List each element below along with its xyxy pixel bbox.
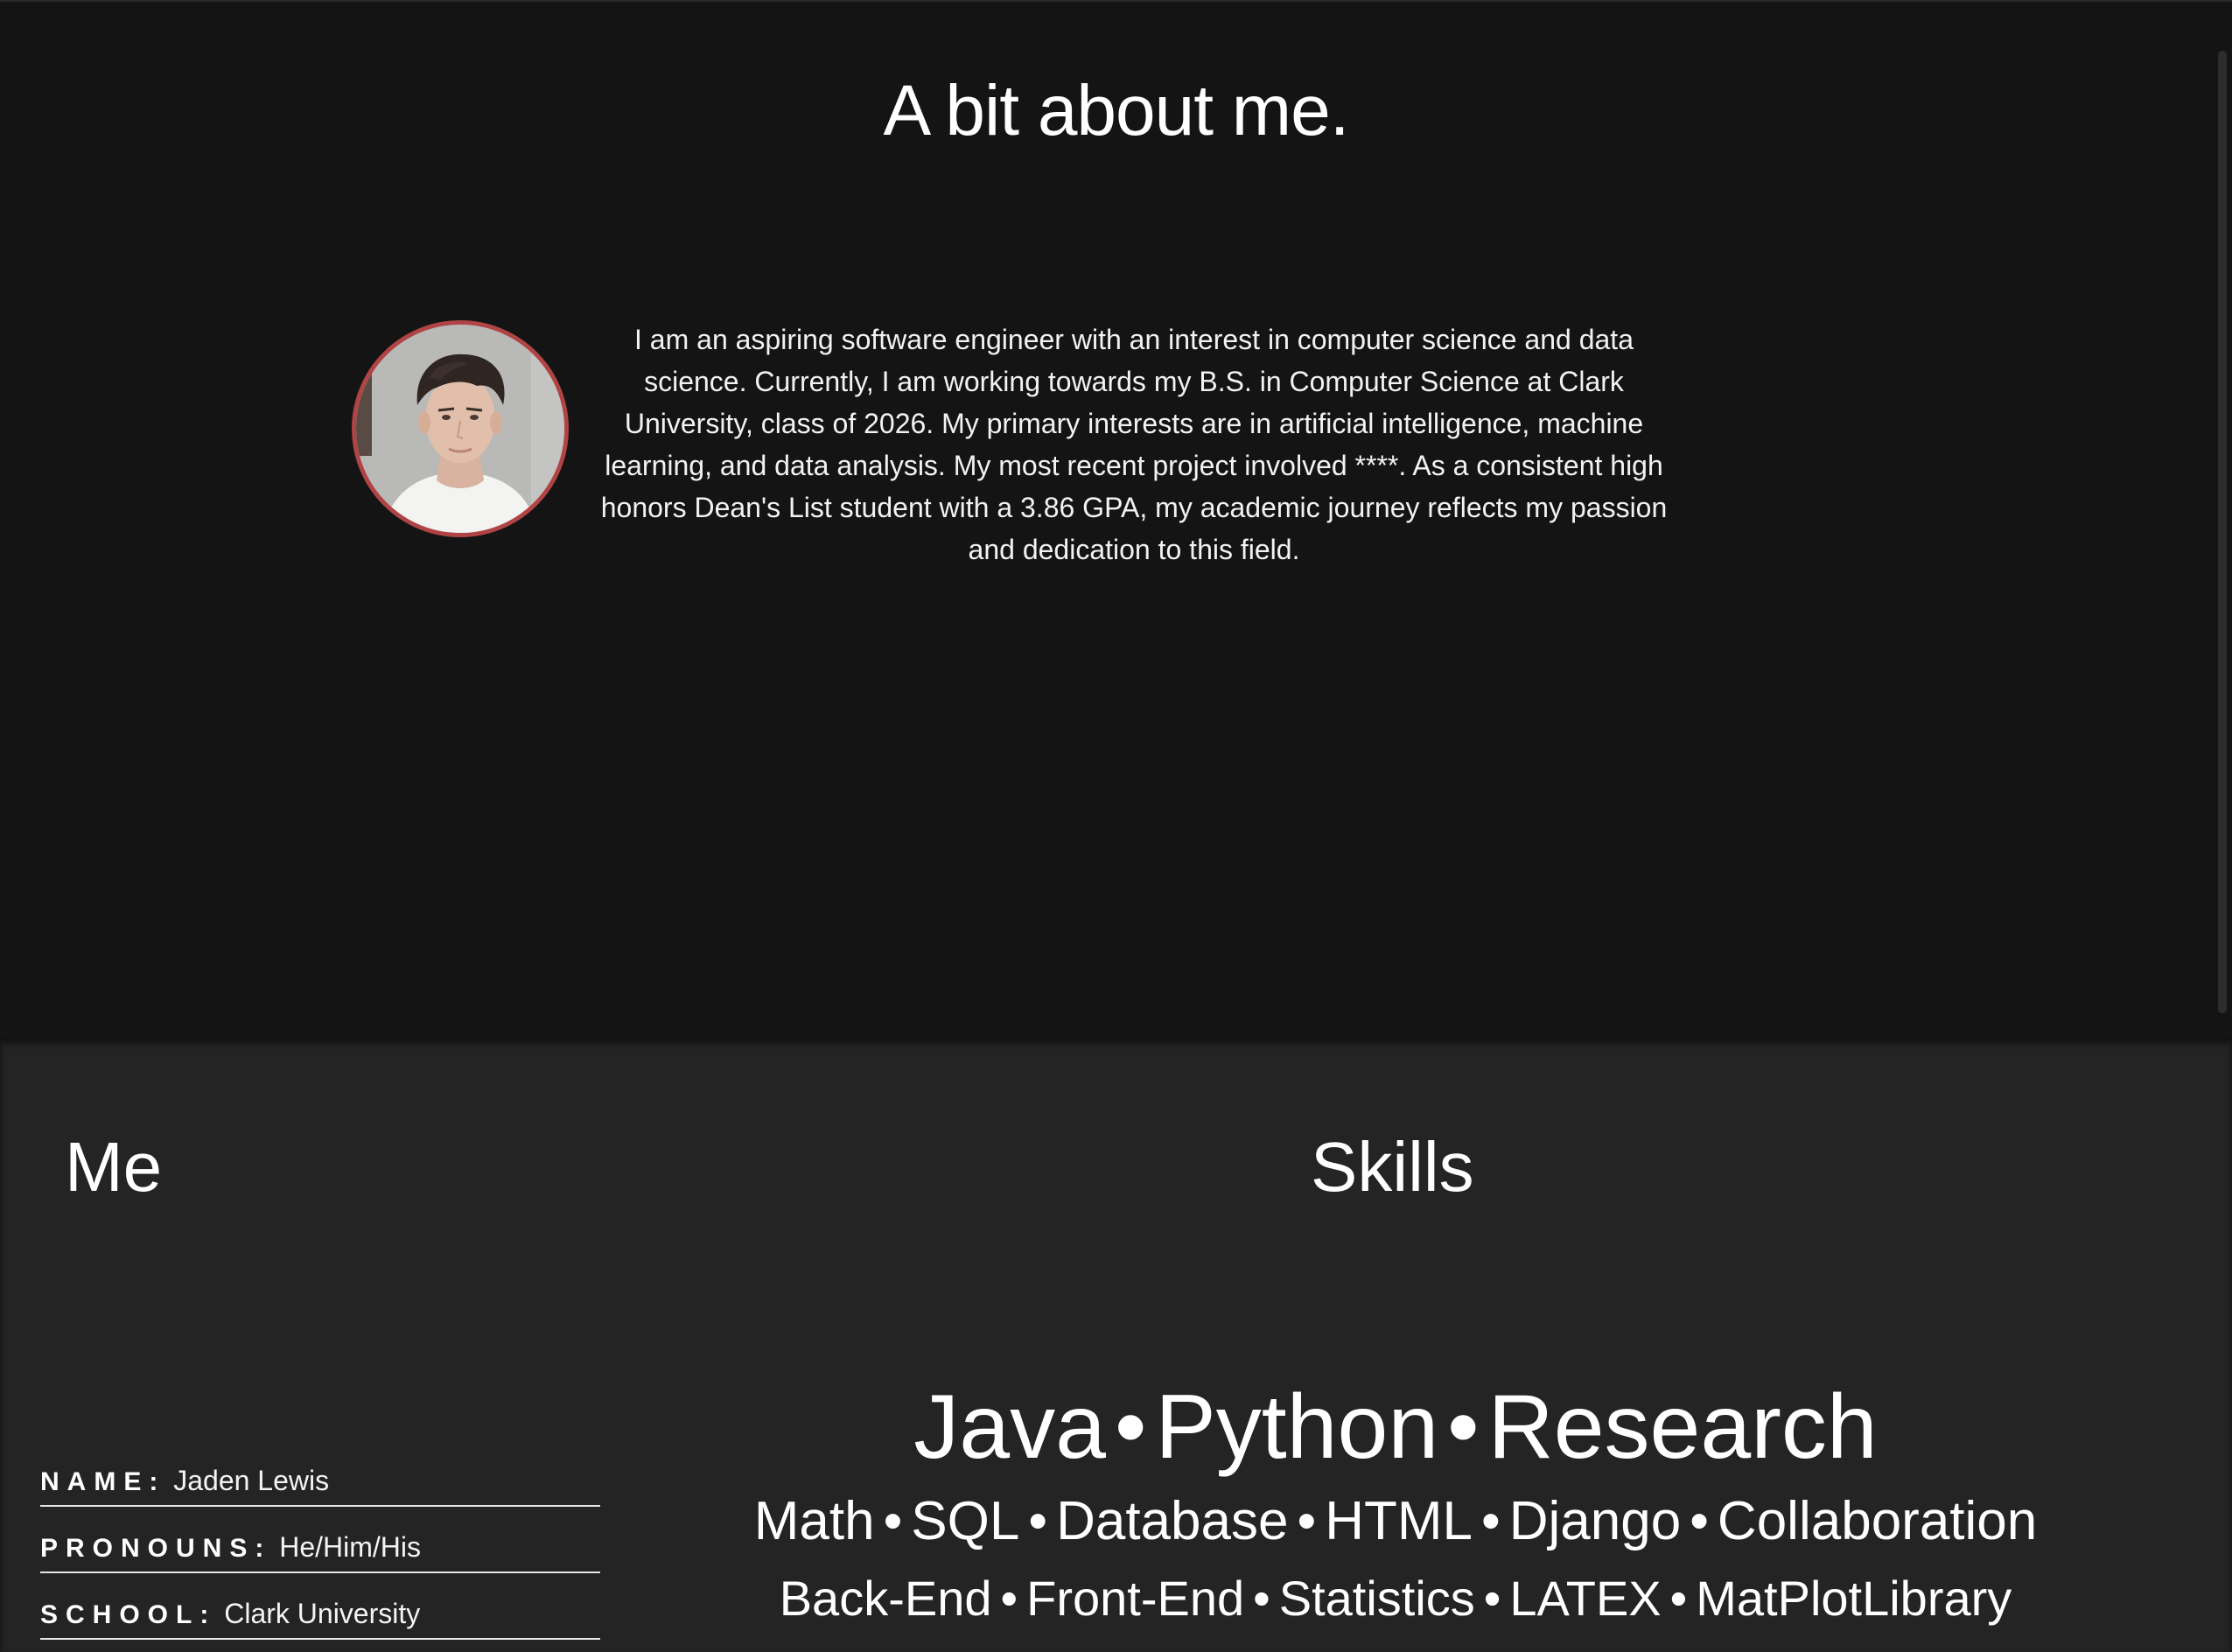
- school-value: Clark University: [224, 1598, 421, 1629]
- skill-item: SQL: [911, 1491, 1020, 1551]
- skill-separator: •: [1669, 1571, 1688, 1626]
- page: A bit about me. I am an aspiring softwar…: [0, 0, 2232, 1652]
- info-row-pronouns: PRONOUNS: He/Him/His: [40, 1507, 600, 1573]
- skill-item: Django: [1508, 1491, 1682, 1551]
- skills-heading: Skills: [1311, 1128, 1474, 1206]
- skills-line-secondary: Math • SQL • Database • HTML • Django • Collaborat…: [639, 1484, 2152, 1559]
- skill-separator: •: [1481, 1491, 1501, 1551]
- skill-item: Java: [913, 1376, 1106, 1478]
- skill-separator: •: [1483, 1571, 1501, 1626]
- skill-separator: •: [1000, 1571, 1018, 1626]
- skill-item: LATEX: [1509, 1571, 1662, 1626]
- skill-item: Python: [1155, 1376, 1439, 1478]
- info-row-name: NAME: Jaden Lewis: [40, 1440, 600, 1507]
- skill-separator: •: [1253, 1571, 1270, 1626]
- school-label: SCHOOL:: [40, 1600, 217, 1629]
- skill-item: Research: [1487, 1376, 1878, 1478]
- skill-item: Database: [1056, 1491, 1289, 1551]
- scrollbar[interactable]: [2218, 51, 2227, 1013]
- skill-separator: •: [883, 1491, 903, 1551]
- skill-separator: •: [1028, 1491, 1048, 1551]
- skill-item: MatPlotLibrary: [1696, 1571, 2012, 1626]
- about-section: A bit about me. I am an aspiring softwar…: [0, 0, 2232, 1038]
- skill-item: Front-End: [1026, 1571, 1245, 1626]
- details-section: Me Skills NAME: Jaden Lewis PRONOUNS: He…: [0, 1038, 2232, 1652]
- skill-item: HTML: [1325, 1491, 1473, 1551]
- info-row-school: SCHOOL: Clark University: [40, 1573, 600, 1640]
- pronouns-value: He/Him/His: [279, 1531, 422, 1563]
- skill-separator: •: [1297, 1491, 1317, 1551]
- name-label: NAME:: [40, 1467, 166, 1496]
- skill-item: Collaboration: [1717, 1491, 2038, 1551]
- profile-avatar: [352, 320, 569, 537]
- personal-info-list: NAME: Jaden Lewis PRONOUNS: He/Him/His S…: [40, 1440, 600, 1640]
- me-heading: Me: [65, 1128, 163, 1206]
- skills-line-tertiary: Back-End • Front-End • Statistics • LATEX • MatP…: [639, 1559, 2152, 1638]
- about-title: A bit about me.: [883, 71, 1349, 150]
- skill-item: Back-End: [779, 1571, 992, 1626]
- skill-item: Statistics: [1278, 1571, 1475, 1626]
- skills-line-primary: Java•Python•Research: [639, 1370, 2152, 1484]
- skill-separator: •: [1690, 1491, 1709, 1551]
- skill-separator: •: [1114, 1376, 1147, 1478]
- name-value: Jaden Lewis: [173, 1465, 330, 1496]
- pronouns-label: PRONOUNS:: [40, 1534, 272, 1563]
- profile-photo: [356, 325, 564, 533]
- skill-item: Math: [753, 1491, 875, 1551]
- bio-text: I am an aspiring software engineer with …: [600, 324, 1668, 565]
- skill-separator: •: [1447, 1376, 1480, 1478]
- skills-cloud: Java•Python•Research Math • SQL • Database • H…: [639, 1370, 2152, 1638]
